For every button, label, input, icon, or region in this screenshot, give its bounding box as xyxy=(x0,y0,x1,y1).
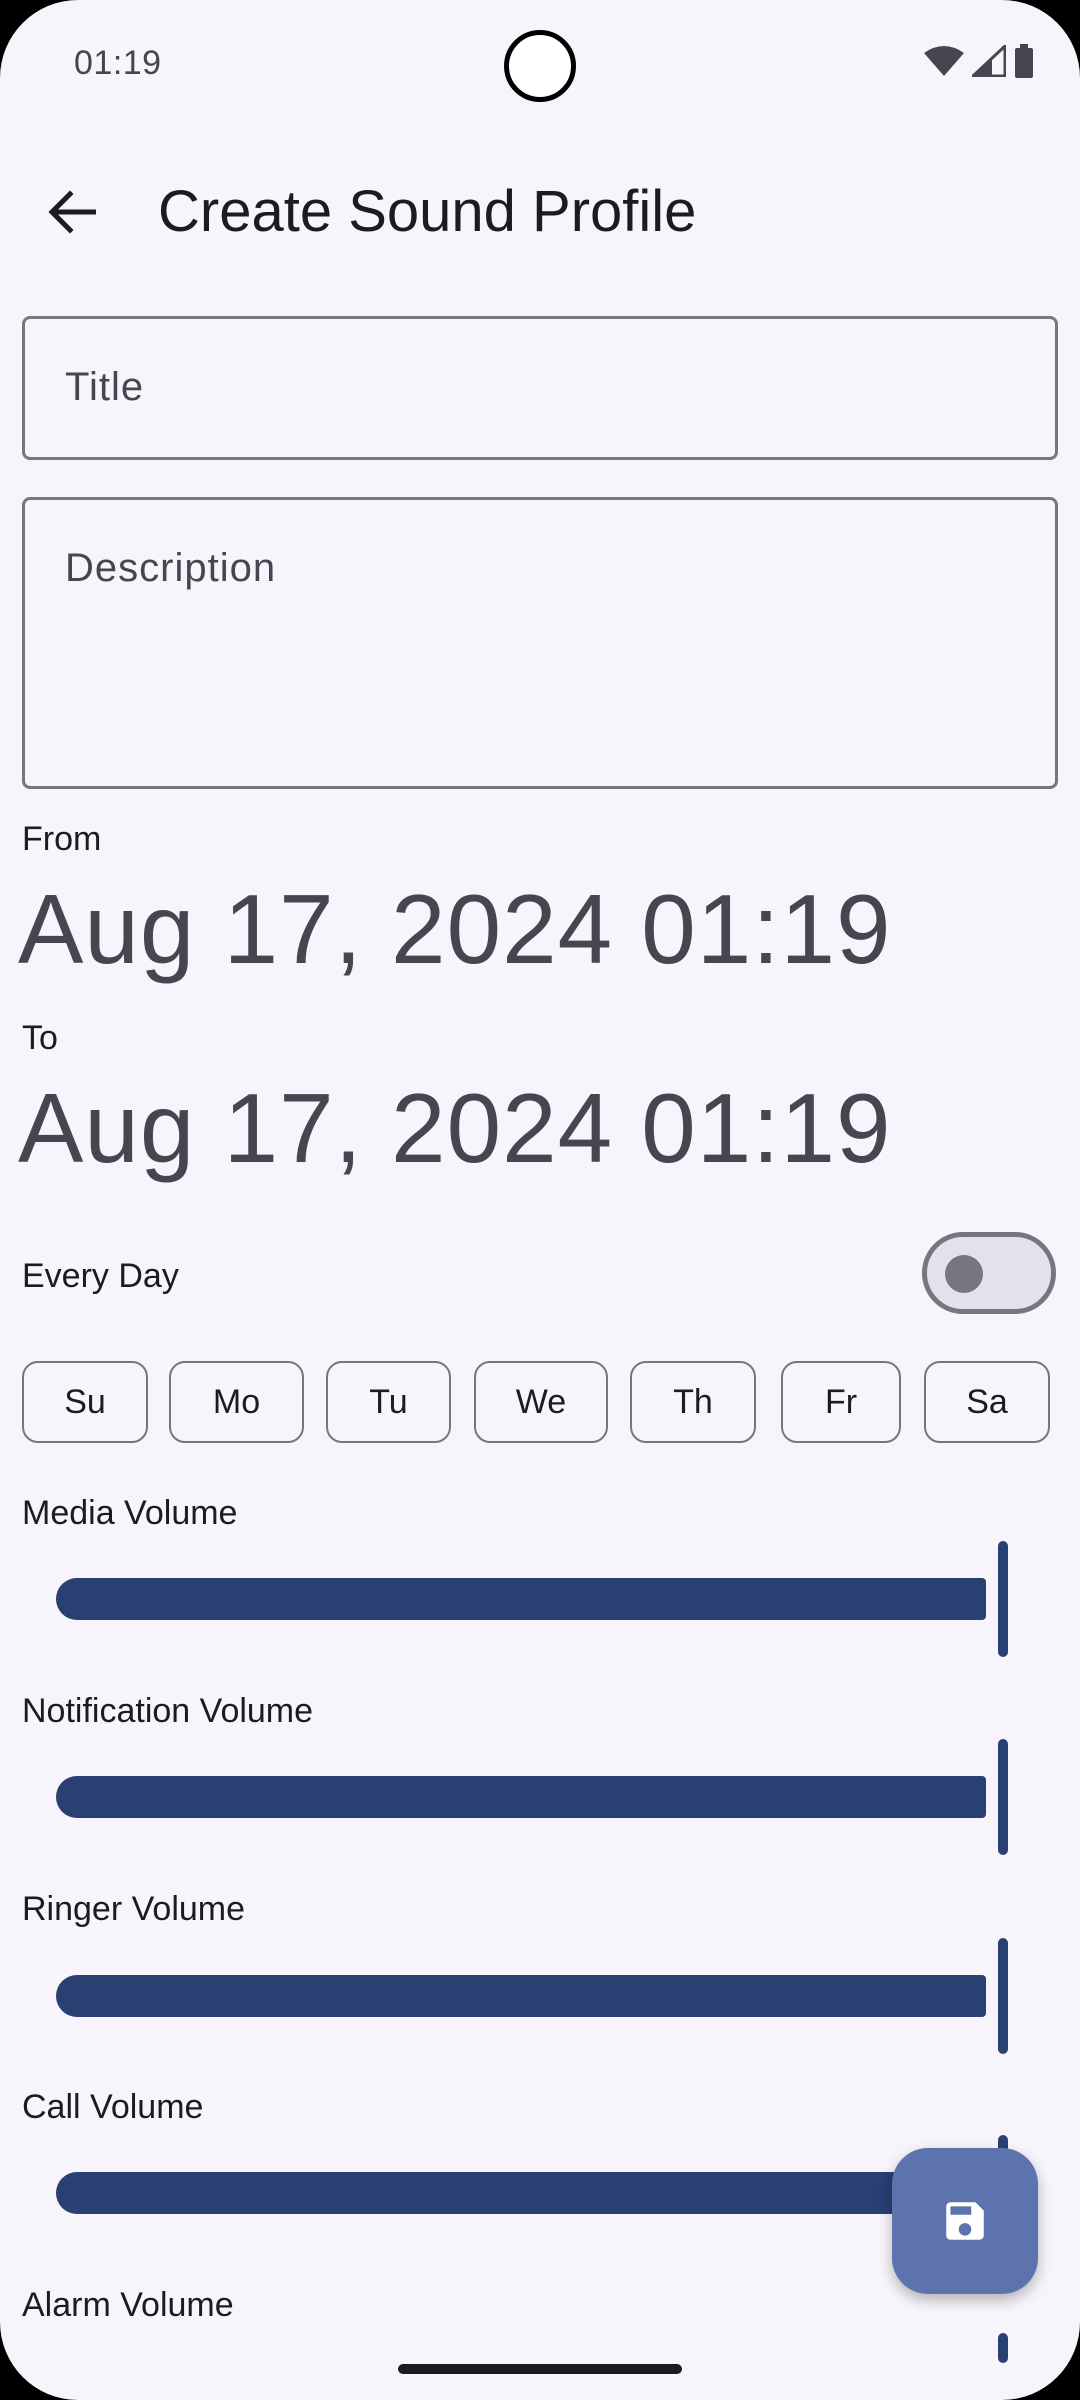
media-volume-fill xyxy=(56,1578,986,1620)
media-volume-handle[interactable] xyxy=(998,1541,1008,1657)
media-volume-label: Media Volume xyxy=(22,1494,238,1532)
day-chip-th[interactable]: Th xyxy=(630,1361,756,1443)
to-datetime[interactable]: Aug 17, 2024 01:19 xyxy=(18,1073,892,1183)
every-day-switch[interactable] xyxy=(922,1232,1056,1314)
home-indicator[interactable] xyxy=(398,2364,682,2374)
call-volume-fill xyxy=(56,2172,986,2214)
alarm-volume-label: Alarm Volume xyxy=(22,2286,234,2324)
switch-knob xyxy=(945,1255,983,1293)
media-volume-track[interactable] xyxy=(56,1578,986,1620)
from-datetime[interactable]: Aug 17, 2024 01:19 xyxy=(18,874,892,984)
wifi-icon xyxy=(924,46,964,76)
description-placeholder: Description xyxy=(65,546,277,590)
save-icon xyxy=(946,2202,984,2240)
day-chip-sa[interactable]: Sa xyxy=(924,1361,1050,1443)
call-volume-label: Call Volume xyxy=(22,2088,204,2126)
from-label: From xyxy=(22,820,102,858)
status-icons xyxy=(924,44,1034,78)
day-chip-fr[interactable]: Fr xyxy=(781,1361,901,1443)
to-label: To xyxy=(22,1019,58,1057)
title-field[interactable]: Title xyxy=(22,316,1058,460)
title-placeholder: Title xyxy=(65,365,145,409)
notification-volume-handle[interactable] xyxy=(998,1739,1008,1855)
notification-volume-fill xyxy=(56,1776,986,1818)
signal-icon xyxy=(972,45,1006,77)
back-button[interactable] xyxy=(40,180,104,244)
description-field[interactable]: Description xyxy=(22,497,1058,789)
notification-volume-track[interactable] xyxy=(56,1776,986,1818)
ringer-volume-track[interactable] xyxy=(56,1975,986,2017)
ringer-volume-fill xyxy=(56,1975,986,2017)
ringer-volume-label: Ringer Volume xyxy=(22,1890,246,1928)
call-volume-track[interactable] xyxy=(56,2172,986,2214)
camera-cutout xyxy=(504,30,576,102)
day-chip-we[interactable]: We xyxy=(474,1361,608,1443)
day-chip-tu[interactable]: Tu xyxy=(326,1361,451,1443)
day-chip-su[interactable]: Su xyxy=(22,1361,148,1443)
screen: 01:19 Create Sound Profile Title Descrip… xyxy=(0,0,1080,2400)
day-selector: Su Mo Tu We Th Fr Sa xyxy=(22,1361,1050,1443)
day-chip-mo[interactable]: Mo xyxy=(169,1361,304,1443)
alarm-volume-handle[interactable] xyxy=(998,2333,1008,2363)
battery-icon xyxy=(1015,44,1033,78)
arrow-back-icon xyxy=(48,190,96,234)
status-time: 01:19 xyxy=(74,44,162,82)
ringer-volume-handle[interactable] xyxy=(998,1938,1008,2054)
every-day-label: Every Day xyxy=(22,1257,179,1295)
notification-volume-label: Notification Volume xyxy=(22,1692,314,1730)
save-button[interactable] xyxy=(892,2148,1038,2294)
page-title: Create Sound Profile xyxy=(158,179,697,244)
